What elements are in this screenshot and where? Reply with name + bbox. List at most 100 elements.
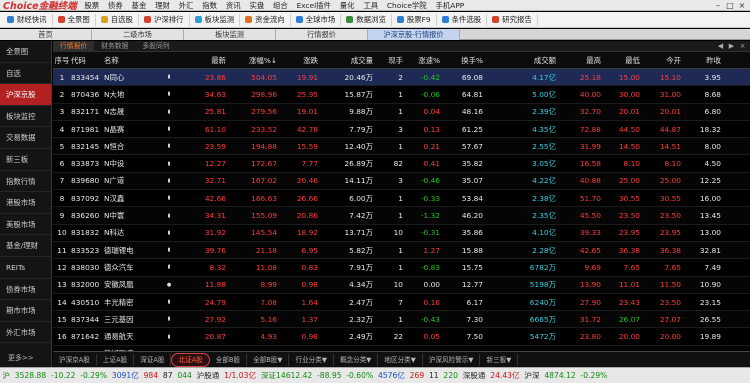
sidebar-item[interactable]: 交易数据 bbox=[0, 127, 51, 149]
market-tab[interactable]: 深证A股 bbox=[134, 353, 172, 366]
toolbar-button[interactable]: 研究报告 bbox=[487, 13, 538, 26]
menu-item[interactable]: 量化 bbox=[335, 0, 359, 11]
page-tab[interactable]: 行情报价 bbox=[276, 29, 368, 40]
market-tab[interactable]: 全部B股▼ bbox=[247, 353, 290, 366]
column-header[interactable]: 涨速% bbox=[406, 55, 443, 66]
table-row[interactable]: 6 833873 N中设 ▮ 12.27 172.67 7.77 26.89万 82 0.41 35… bbox=[53, 155, 750, 173]
menu-item[interactable]: 资讯 bbox=[221, 0, 245, 11]
sidebar-item[interactable]: 板块监控 bbox=[0, 106, 51, 128]
cell-amt: 3.05亿 bbox=[532, 159, 556, 169]
sub-tab[interactable]: 行情报价 bbox=[53, 40, 95, 52]
sidebar-item[interactable]: 自选 bbox=[0, 63, 51, 85]
close-icon[interactable]: × bbox=[736, 0, 748, 11]
column-header[interactable]: 换手% bbox=[443, 55, 486, 66]
table-row[interactable]: 15 837344 三元基因 ▮ 27.92 5.16 1.37 2.32万 1 -0.43 7.3… bbox=[53, 311, 750, 329]
sidebar-item[interactable]: 美股市场 bbox=[0, 214, 51, 236]
sidebar-item[interactable]: 指数行情 bbox=[0, 171, 51, 193]
menu-item[interactable]: 基金 bbox=[127, 0, 151, 11]
sidebar-item[interactable]: 沪深京股 bbox=[0, 84, 51, 106]
toolbar-button[interactable]: 自选股 bbox=[96, 13, 139, 26]
toolbar-button[interactable]: 沪深排行 bbox=[139, 13, 190, 26]
page-tab[interactable]: 首页 bbox=[0, 29, 92, 40]
menu-item[interactable]: 股票 bbox=[80, 0, 104, 11]
page-tab[interactable]: 板块监测 bbox=[184, 29, 276, 40]
column-header[interactable]: 昨收 bbox=[684, 55, 724, 66]
market-tab[interactable]: 上证A股 bbox=[97, 353, 135, 366]
toolbar-button[interactable]: 财经快讯 bbox=[2, 13, 53, 26]
minimize-icon[interactable]: – bbox=[712, 0, 724, 11]
column-header[interactable]: 成交量 bbox=[321, 55, 376, 66]
table-row[interactable]: 12 838030 德众汽车 ▮ 8.32 11.08 0.83 7.91万 1 -0.83 15.… bbox=[53, 259, 750, 277]
sub-tab[interactable]: 财务数据 bbox=[94, 41, 135, 52]
column-header[interactable]: 现手 bbox=[376, 55, 406, 66]
sidebar-item[interactable]: 外汇市场 bbox=[0, 322, 51, 344]
toolbar-button[interactable]: 全景图 bbox=[53, 13, 96, 26]
sidebar-item[interactable]: 新三板 bbox=[0, 149, 51, 171]
column-header[interactable]: 最低 bbox=[604, 55, 643, 66]
column-header[interactable]: 涨跌 bbox=[280, 55, 321, 66]
menu-item[interactable]: 外汇 bbox=[174, 0, 198, 11]
column-header[interactable]: 今开 bbox=[643, 55, 684, 66]
sidebar-item[interactable]: 期市市场 bbox=[0, 300, 51, 322]
menu-item[interactable]: Excel插件 bbox=[292, 0, 335, 11]
market-tab[interactable]: 北证A股 bbox=[171, 352, 210, 367]
menu-item[interactable]: 组合 bbox=[269, 0, 293, 11]
sidebar-item[interactable]: 基金/理财 bbox=[0, 235, 51, 257]
sub-tab[interactable]: 多股同列 bbox=[135, 41, 176, 52]
toolbar-button[interactable]: 股票F9 bbox=[392, 13, 437, 26]
sidebar-more-link[interactable]: 更多>> bbox=[8, 353, 34, 363]
column-header[interactable]: 名称 bbox=[104, 55, 164, 66]
cell-high: 13.90 bbox=[579, 280, 601, 290]
cell-spd: -0.31 bbox=[420, 228, 440, 238]
menu-item[interactable]: 债券 bbox=[104, 0, 128, 11]
menu-item[interactable]: 工具 bbox=[359, 0, 383, 11]
maximize-icon[interactable]: □ bbox=[724, 0, 736, 11]
toolbar-button[interactable]: 资金流向 bbox=[240, 13, 291, 26]
market-tab[interactable]: 概念分类▼ bbox=[334, 353, 379, 366]
menu-item[interactable]: 实盘 bbox=[245, 0, 269, 11]
table-row[interactable]: 13 832000 安徽凤凰 ● 11.88 8.99 0.98 4.34万 10 0.00 12.… bbox=[53, 276, 750, 294]
column-header[interactable]: 涨幅%↓ bbox=[229, 55, 280, 66]
market-tab[interactable]: 全部B股 bbox=[210, 353, 248, 366]
market-tab[interactable]: 沪深京A股 bbox=[53, 353, 97, 366]
market-tab[interactable]: 沪深风险警示▼ bbox=[423, 353, 481, 366]
table-row[interactable]: 1 833454 N同心 ▮ 23.86 504.05 19.91 20.46万 2 -0.42 6… bbox=[53, 69, 750, 87]
table-row[interactable]: 10 831832 N科达 ▮ 31.92 145.54 18.92 13.71万 10 -0.3… bbox=[53, 225, 750, 242]
sidebar-item[interactable]: REITs bbox=[0, 257, 51, 279]
table-row[interactable]: 14 430510 丰光精密 ▮ 24.79 7.08 1.64 2.47万 7 0.16 6.17… bbox=[53, 294, 750, 312]
cell-open: 25.00 bbox=[659, 176, 681, 186]
toolbar-button[interactable]: 板块监测 bbox=[190, 13, 241, 26]
column-header[interactable]: 最高 bbox=[559, 55, 604, 66]
menu-item[interactable]: 手机APP bbox=[431, 0, 469, 11]
menu-item[interactable]: 指数 bbox=[198, 0, 222, 11]
sidebar-item[interactable]: 全景图 bbox=[0, 41, 51, 63]
column-header[interactable]: 最新 bbox=[174, 55, 229, 66]
market-tab[interactable]: 新三板▼ bbox=[480, 353, 519, 366]
toolbar-button[interactable]: 数据浏览 bbox=[341, 13, 392, 26]
sidebar-item[interactable]: 港股市场 bbox=[0, 192, 51, 214]
table-row[interactable]: 3 832171 N志晟 ▮ 25.81 279.56 19.01 9.88万 1 0.04 48.… bbox=[53, 103, 750, 121]
page-tab[interactable]: 沪深京股-行情报价 bbox=[368, 29, 460, 40]
menu-item[interactable]: Choice学院 bbox=[383, 0, 432, 11]
panel-close-icon[interactable]: × bbox=[737, 41, 748, 52]
market-tab[interactable]: 地区分类▼ bbox=[378, 353, 423, 366]
table-row[interactable]: 16 871642 通易航天 ▮ 20.87 4.93 0.98 2.49万 22 0.05 7.5… bbox=[53, 328, 750, 346]
menu-item[interactable]: 理财 bbox=[151, 0, 175, 11]
table-row[interactable]: 4 871981 N晶赛 ▮ 61.10 233.52 42.78 7.79万 3 0.13 61.… bbox=[53, 121, 750, 139]
prev-page-icon[interactable]: ◀ bbox=[715, 41, 726, 52]
table-row[interactable]: 2 870436 N大地 ▮ 34.63 298.96 25.95 15.87万 1 -0.06 6… bbox=[53, 86, 750, 104]
table-row[interactable]: 8 837092 N汉鑫 ▮ 42.66 166.63 26.66 6.00万 1 -0.33 53… bbox=[53, 190, 750, 208]
table-row[interactable]: 11 833523 德瑞锂电 ▮ 39.76 21.18 6.95 5.82万 1 1.27 15.… bbox=[53, 241, 750, 260]
toolbar-button[interactable]: 全球市场 bbox=[291, 13, 342, 26]
market-tab[interactable]: 行业分类▼ bbox=[289, 353, 334, 366]
column-header[interactable]: 成交额 bbox=[486, 55, 559, 66]
column-header[interactable]: 序号 bbox=[53, 55, 71, 66]
next-page-icon[interactable]: ▶ bbox=[726, 41, 737, 52]
table-row[interactable]: 9 836260 N中寰 ▮ 34.31 155.09 20.86 7.42万 1 -1.32 46… bbox=[53, 207, 750, 225]
table-row[interactable]: 5 832145 N恒合 ▮ 23.59 194.88 15.59 12.40万 1 0.21 57… bbox=[53, 138, 750, 156]
sidebar-item[interactable]: 债券市场 bbox=[0, 279, 51, 301]
table-row[interactable]: 7 839680 N广道 ▮ 32.71 167.02 20.46 14.11万 3 -0.46 3… bbox=[53, 172, 750, 191]
toolbar-button[interactable]: 条件选股 bbox=[437, 13, 488, 26]
page-tab[interactable]: 二级市场 bbox=[92, 29, 184, 40]
column-header[interactable]: 代码 bbox=[71, 55, 104, 66]
